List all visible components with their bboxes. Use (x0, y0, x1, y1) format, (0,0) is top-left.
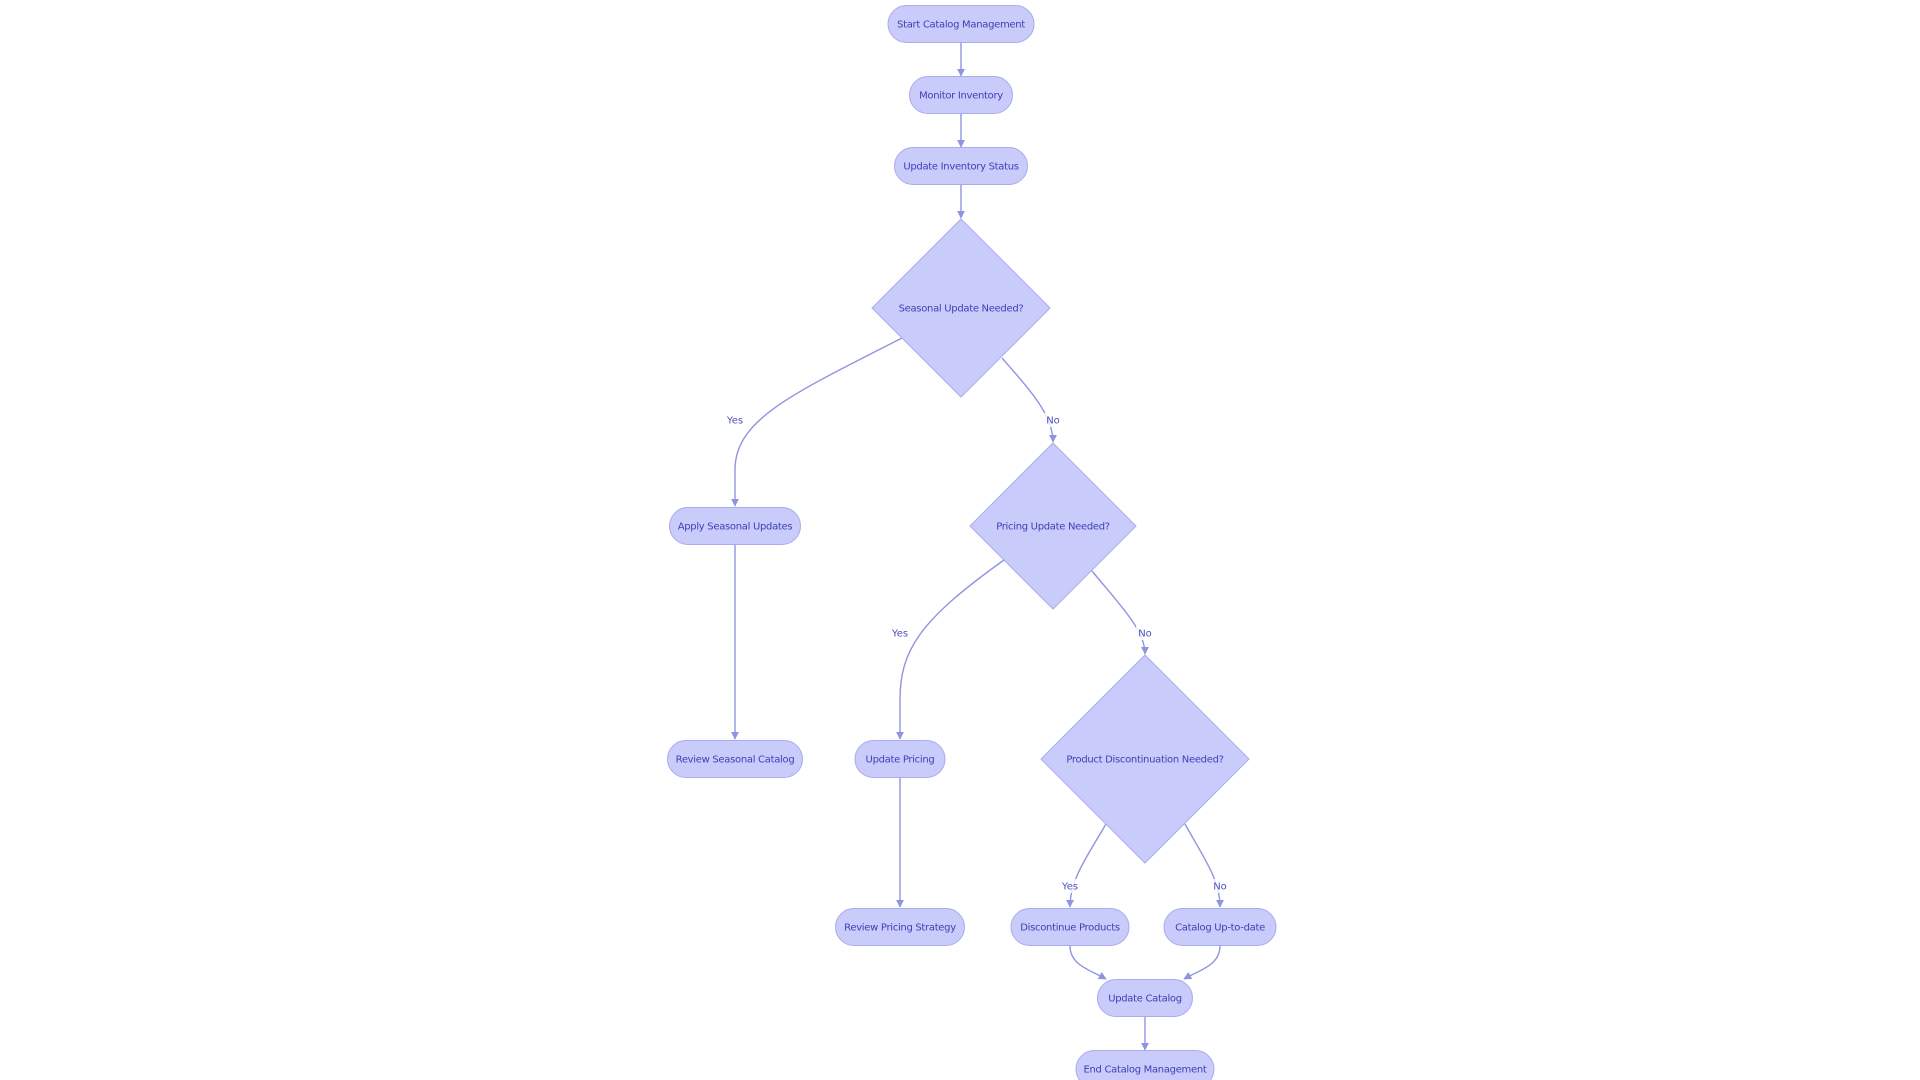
node-apply-seasonal[interactable]: Apply Seasonal Updates (669, 507, 801, 545)
node-label: Catalog Up-to-date (1175, 923, 1265, 934)
node-label: Update Inventory Status (903, 162, 1018, 173)
node-seasonal-q[interactable]: Seasonal Update Needed? (871, 218, 1051, 398)
edge-seasonal_q-to-pricing_q (1001, 357, 1057, 443)
node-review-seasonal[interactable]: Review Seasonal Catalog (667, 740, 803, 778)
node-discontinue-q[interactable]: Product Discontinuation Needed? (1040, 654, 1250, 864)
edge-label-discontinue_q-to-uptodate: No (1211, 879, 1229, 893)
edge-label-text: Yes (1061, 882, 1078, 893)
node-discontinue[interactable]: Discontinue Products (1010, 908, 1130, 946)
node-label: Update Catalog (1108, 994, 1182, 1005)
edge-uptodate-to-update_catalog (1183, 945, 1221, 980)
node-label: End Catalog Management (1083, 1065, 1206, 1076)
node-label: Pricing Update Needed? (996, 522, 1110, 533)
node-label: Discontinue Products (1020, 923, 1120, 934)
node-update-catalog[interactable]: Update Catalog (1097, 979, 1193, 1017)
edge-label-pricing_q-to-discontinue_q: No (1136, 626, 1154, 640)
node-pricing-q[interactable]: Pricing Update Needed? (969, 442, 1137, 610)
node-monitor[interactable]: Monitor Inventory (909, 76, 1013, 114)
edges-layer (731, 42, 1224, 1051)
node-label: Update Pricing (866, 755, 935, 766)
edge-label-text: No (1213, 882, 1227, 893)
node-label: Monitor Inventory (919, 91, 1003, 102)
node-update-status[interactable]: Update Inventory Status (894, 147, 1028, 185)
node-label: Review Pricing Strategy (844, 923, 956, 934)
edge-label-text: Yes (726, 416, 743, 427)
edge-pricing_q-to-discontinue_q (1091, 570, 1149, 655)
node-end[interactable]: End Catalog Management (1075, 1050, 1215, 1080)
node-label: Start Catalog Management (897, 20, 1025, 31)
edge-label-seasonal_q-to-pricing_q: No (1044, 413, 1062, 427)
edge-discontinue_q-to-uptodate (1184, 823, 1224, 908)
flowchart-canvas: Start Catalog Management Monitor Inventor… (667, 5, 1277, 1080)
edge-discontinue-to-update_catalog (1069, 945, 1107, 980)
node-label: Product Discontinuation Needed? (1066, 755, 1223, 766)
node-uptodate[interactable]: Catalog Up-to-date (1163, 908, 1277, 946)
edge-pricing_q-to-update_pricing (896, 559, 1005, 740)
node-update-pricing[interactable]: Update Pricing (854, 740, 946, 778)
edge-label-text: Yes (891, 629, 908, 640)
node-label: Seasonal Update Needed? (899, 304, 1024, 315)
node-start[interactable]: Start Catalog Management (887, 5, 1035, 43)
edge-discontinue_q-to-discontinue (1066, 823, 1107, 908)
edge-seasonal_q-to-apply_seasonal (731, 337, 903, 507)
nodes-layer: Start Catalog Management Monitor Inventor… (667, 5, 1277, 1080)
edge-label-text: No (1138, 629, 1152, 640)
node-label: Review Seasonal Catalog (676, 755, 795, 766)
edge-label-pricing_q-to-update_pricing: Yes (887, 626, 913, 640)
edge-label-text: No (1046, 416, 1060, 427)
edge-label-discontinue_q-to-discontinue: Yes (1057, 879, 1083, 893)
node-review-pricing[interactable]: Review Pricing Strategy (835, 908, 965, 946)
node-label: Apply Seasonal Updates (678, 522, 793, 533)
edge-label-seasonal_q-to-apply_seasonal: Yes (722, 413, 748, 427)
